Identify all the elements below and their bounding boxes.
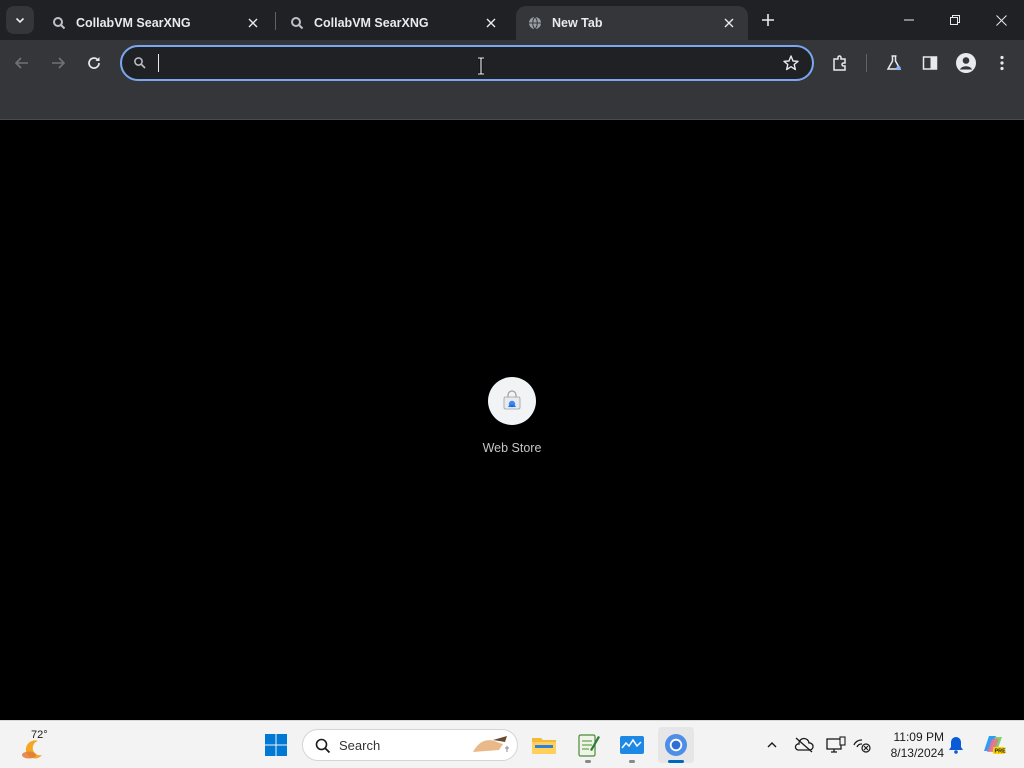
- tab-collabvm-searxng-1[interactable]: CollabVM SearXNG: [40, 6, 272, 40]
- folder-icon: [532, 738, 556, 754]
- weather-widget[interactable]: 72°: [18, 727, 58, 763]
- close-icon[interactable]: [244, 14, 262, 32]
- search-icon: [134, 57, 146, 69]
- new-tab-button[interactable]: [754, 8, 782, 32]
- profile-icon: [956, 53, 976, 73]
- system-clock[interactable]: 11:09 PM 8/13/2024: [874, 729, 944, 761]
- tab-divider: [275, 12, 276, 30]
- shortcut-web-store[interactable]: Web Store: [472, 377, 552, 455]
- copilot-button[interactable]: PRE: [980, 731, 1006, 757]
- flask-icon: [886, 55, 902, 71]
- taskbar-notepad[interactable]: [570, 727, 606, 763]
- address-bar[interactable]: [120, 45, 814, 81]
- shortcut-label: Web Store: [482, 441, 542, 455]
- svg-text:PRE: PRE: [995, 749, 1007, 755]
- network-tray[interactable]: [852, 735, 872, 755]
- search-highlight-icon: [473, 736, 509, 752]
- minimize-button[interactable]: [886, 0, 932, 40]
- bookmarks-bar: [0, 86, 1024, 120]
- text-cursor-icon: [478, 57, 484, 75]
- labs-button[interactable]: [882, 51, 906, 75]
- extensions-button[interactable]: [828, 51, 852, 75]
- running-indicator: [585, 760, 591, 763]
- chrome-icon: [665, 734, 687, 756]
- windows-taskbar: 72° Search 11:09 PM 8/13/2024 PRE: [0, 720, 1024, 768]
- tab-title: CollabVM SearXNG: [76, 16, 191, 30]
- new-tab-page: Web Store: [0, 121, 1024, 720]
- weather-temperature: 72°: [31, 729, 48, 741]
- taskbar-search-label: Search: [339, 738, 381, 753]
- reload-button[interactable]: [80, 49, 108, 77]
- address-input[interactable]: [156, 51, 766, 75]
- restore-button[interactable]: [932, 0, 978, 40]
- browser-toolbar: [0, 40, 1024, 86]
- monitor-icon: [826, 736, 846, 753]
- toolbar-divider: [866, 54, 867, 72]
- side-panel-button[interactable]: [918, 51, 942, 75]
- profile-button[interactable]: [954, 51, 978, 75]
- clock-time: 11:09 PM: [893, 730, 944, 744]
- start-button[interactable]: [258, 727, 294, 763]
- onedrive-tray[interactable]: [794, 735, 814, 755]
- tab-new-tab[interactable]: New Tab: [516, 6, 748, 40]
- plus-icon: [762, 14, 774, 26]
- chevron-down-icon: [15, 17, 25, 24]
- window-close-icon: [995, 14, 1007, 26]
- reload-icon: [88, 57, 100, 69]
- cloud-offline-icon: [794, 737, 814, 753]
- taskbar-monitor-app[interactable]: [614, 727, 650, 763]
- back-button[interactable]: [8, 49, 36, 77]
- tab-strip: CollabVM SearXNG CollabVM SearXNG New Ta…: [0, 0, 1024, 40]
- globe-icon: [528, 16, 542, 30]
- taskbar-chrome[interactable]: [658, 727, 694, 763]
- tab-title: CollabVM SearXNG: [314, 16, 429, 30]
- tab-title: New Tab: [552, 16, 603, 30]
- star-icon[interactable]: [782, 54, 800, 72]
- puzzle-icon: [833, 55, 846, 71]
- close-icon[interactable]: [720, 14, 738, 32]
- side-panel-icon: [922, 56, 938, 70]
- forward-button[interactable]: [44, 49, 72, 77]
- tab-collabvm-searxng-2[interactable]: CollabVM SearXNG: [278, 6, 510, 40]
- network-disconnected-icon: [853, 739, 871, 753]
- restore-icon: [950, 15, 960, 25]
- search-icon: [315, 738, 331, 754]
- close-icon[interactable]: [482, 14, 500, 32]
- running-indicator: [629, 760, 635, 763]
- clock-date: 8/13/2024: [890, 746, 944, 760]
- text-caret: [158, 54, 159, 72]
- notifications-button[interactable]: [946, 735, 966, 755]
- show-hidden-icons-button[interactable]: [762, 735, 782, 755]
- windows-logo-icon: [265, 734, 287, 756]
- copilot-icon: PRE: [984, 736, 1007, 755]
- forward-arrow-icon: [52, 57, 66, 69]
- searxng-icon: [52, 16, 66, 30]
- web-store-icon: [488, 377, 536, 425]
- kebab-menu-icon: [1000, 55, 1004, 71]
- taskbar-file-explorer[interactable]: [526, 727, 562, 763]
- taskbar-search-box[interactable]: Search: [302, 729, 518, 761]
- notepad-icon: [578, 734, 600, 757]
- minimize-icon: [904, 19, 914, 21]
- back-arrow-icon: [14, 57, 28, 69]
- display-tray[interactable]: [826, 735, 846, 755]
- searxng-icon: [290, 16, 304, 30]
- menu-button[interactable]: [990, 51, 1014, 75]
- window-close-button[interactable]: [978, 0, 1024, 40]
- chevron-up-icon: [767, 742, 777, 748]
- active-indicator: [668, 760, 684, 763]
- tab-search-button[interactable]: [6, 6, 34, 34]
- bell-icon: [949, 737, 963, 754]
- waveform-app-icon: [620, 736, 644, 754]
